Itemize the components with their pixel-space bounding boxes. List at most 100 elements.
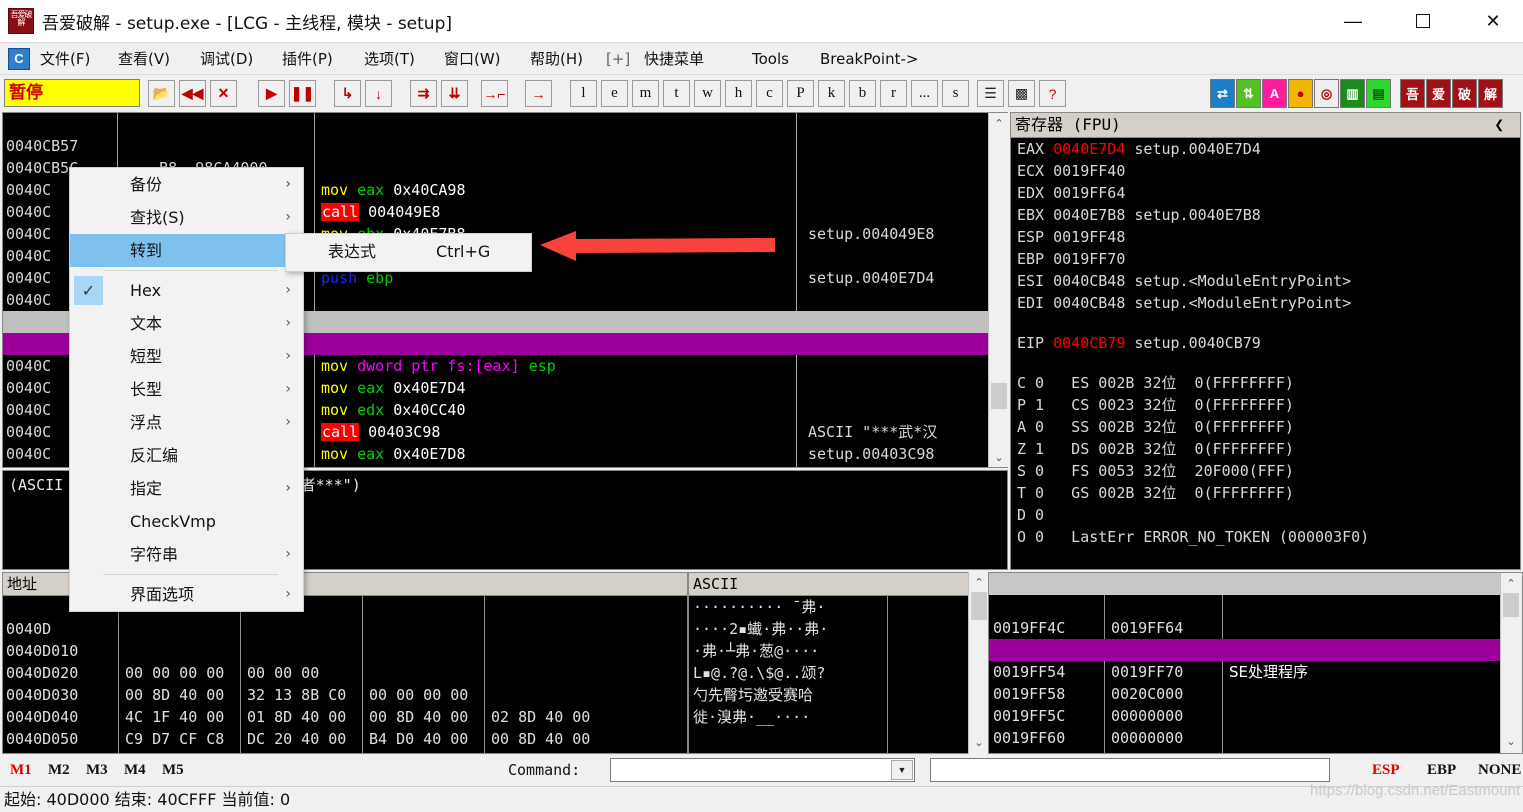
register-row[interactable]: EBP 0019FF70 bbox=[1017, 248, 1125, 270]
table-row[interactable]: 0040D030 4C 1F 40 00 DC 20 40 00 5C 24 4… bbox=[3, 662, 687, 753]
table-row[interactable]: 0019FF48 0019FF64 指向下一个 SEH 记录的指 bbox=[989, 573, 1522, 659]
menu-item-14[interactable]: 界面选项 › bbox=[70, 578, 303, 611]
table-row[interactable]: 0019FF50 0019FF70 bbox=[989, 617, 1522, 681]
table-row[interactable]: 0040D050 E1 E3 00 E4 E5 8D 40 00 03 00 0… bbox=[3, 706, 687, 753]
list-item[interactable]: ·········· ¯弗· bbox=[693, 596, 825, 618]
options-list-icon[interactable]: ☰ bbox=[977, 80, 1004, 107]
command-input[interactable] bbox=[613, 761, 892, 781]
toolbar-letter-w[interactable]: w bbox=[694, 80, 721, 107]
flag-row[interactable]: C 0 ES 002B 32位 0(FFFFFFFF) bbox=[1017, 372, 1294, 394]
menu-9[interactable]: Tools bbox=[752, 48, 789, 70]
menu-item-12[interactable]: 字符串 › bbox=[70, 538, 303, 571]
command-input-wrap[interactable]: ▼ bbox=[610, 758, 915, 782]
scroll-up-icon[interactable]: ⌃ bbox=[969, 572, 989, 592]
mark-button-m2[interactable]: M2 bbox=[48, 760, 70, 780]
menu-1[interactable]: 查看(V) bbox=[118, 48, 170, 70]
minimize-button[interactable]: — bbox=[1330, 0, 1376, 42]
menu-2[interactable]: 调试(D) bbox=[200, 48, 253, 70]
table-row[interactable]: 0040D020 00 8D 40 00 01 8D 40 00 B4 D0 4… bbox=[3, 640, 687, 753]
list-item[interactable]: ····2▪蠘·弗··弗· bbox=[693, 618, 828, 640]
updown-icon[interactable]: ⇅ bbox=[1236, 79, 1261, 108]
table-row[interactable]: 0019FF54 0020C000 bbox=[989, 639, 1522, 703]
register-row-eip[interactable]: EIP 0040CB79 setup.0040CB79 bbox=[1017, 332, 1261, 354]
record-icon[interactable]: ● bbox=[1288, 79, 1313, 108]
stack-scrollbar[interactable]: ⌃ ⌄ bbox=[1500, 573, 1522, 753]
open-file-icon[interactable]: 📂 bbox=[148, 80, 175, 107]
menu-6[interactable]: 帮助(H) bbox=[530, 48, 583, 70]
scroll-down-icon[interactable]: ⌄ bbox=[989, 447, 1009, 467]
table-row[interactable]: 0040CB5C . E8 877EFFFF call 004049E8 set… bbox=[3, 135, 1007, 243]
menu-item-10[interactable]: 指定 › bbox=[70, 472, 303, 505]
menu-item-8[interactable]: 浮点 › bbox=[70, 406, 303, 439]
menu-item-2[interactable]: 转到› bbox=[70, 234, 303, 267]
plugin-icon[interactable]: ▩ bbox=[1008, 80, 1035, 107]
scroll-down-icon[interactable]: ⌄ bbox=[969, 732, 989, 752]
list-item[interactable]: L▪@.?@.\$@..颂? bbox=[693, 662, 825, 684]
flag-row[interactable]: P 1 CS 0023 32位 0(FFFFFFFF) bbox=[1017, 394, 1294, 416]
trace-icon[interactable]: → bbox=[525, 80, 552, 107]
menu-0[interactable]: 文件(F) bbox=[40, 48, 90, 70]
close-button[interactable]: ✕ bbox=[1470, 0, 1516, 42]
table-row[interactable]: 0040CB57 . B8 98CA4000 mov eax,0x40CA98 bbox=[3, 113, 1007, 199]
table-row[interactable]: 0019FF60 00000000 bbox=[989, 705, 1522, 753]
toolbar-letter-...[interactable]: ... bbox=[911, 80, 938, 107]
register-row[interactable]: EDI 0040CB48 setup.<ModuleEntryPoint> bbox=[1017, 292, 1351, 314]
collapse-icon[interactable]: ❮ bbox=[1494, 113, 1504, 137]
menu-4[interactable]: 选项(T) bbox=[364, 48, 415, 70]
toolbar-letter-P[interactable]: P bbox=[787, 80, 814, 107]
flag-row[interactable]: O 0 LastErr ERROR_NO_TOKEN (000003F0) bbox=[1017, 526, 1369, 548]
menu-item-0[interactable]: 备份 › bbox=[70, 168, 303, 201]
register-row[interactable]: EBX 0040E7B8 setup.0040E7B8 bbox=[1017, 204, 1261, 226]
toolbar-letter-b[interactable]: b bbox=[849, 80, 876, 107]
table-row[interactable]: 0040D040 C9 D7 CF C8 CD CE DB D8 DA D9 C… bbox=[3, 684, 687, 753]
register-row[interactable]: EAX 0040E7D4 setup.0040E7D4 bbox=[1017, 138, 1261, 160]
scroll-thumb[interactable] bbox=[1503, 593, 1519, 617]
toolbar-letter-e[interactable]: e bbox=[601, 80, 628, 107]
mark-button-m5[interactable]: M5 bbox=[162, 760, 184, 780]
scroll-up-icon[interactable]: ⌃ bbox=[1501, 573, 1521, 593]
table-row[interactable]: 0019FF5C 00000000 bbox=[989, 683, 1522, 747]
mark-button-m4[interactable]: M4 bbox=[124, 760, 146, 780]
toolbar-letter-c[interactable]: c bbox=[756, 80, 783, 107]
menu-item-expression[interactable]: 表达式 Ctrl+G bbox=[286, 234, 531, 269]
letter-a-icon[interactable]: A bbox=[1262, 79, 1287, 108]
goto-submenu[interactable]: 表达式 Ctrl+G bbox=[285, 233, 532, 272]
jie-icon[interactable]: 解 bbox=[1478, 79, 1503, 108]
swap-icon[interactable]: ⇄ bbox=[1210, 79, 1235, 108]
ai-icon[interactable]: 爱 bbox=[1426, 79, 1451, 108]
flag-row[interactable]: T 0 GS 002B 32位 0(FFFFFFFF) bbox=[1017, 482, 1294, 504]
step-over-icon[interactable]: ↳ bbox=[334, 80, 361, 107]
po-icon[interactable]: 破 bbox=[1452, 79, 1477, 108]
target-icon[interactable]: ◎ bbox=[1314, 79, 1339, 108]
menu-8[interactable]: 快捷菜单 bbox=[644, 48, 704, 70]
mark-button-m3[interactable]: M3 bbox=[86, 760, 108, 780]
toolbar-letter-s[interactable]: s bbox=[942, 80, 969, 107]
table-row[interactable]: 0019FF58 00000000 bbox=[989, 661, 1522, 725]
mdi-app-icon[interactable]: C bbox=[8, 48, 30, 70]
toolbar-letter-h[interactable]: h bbox=[725, 80, 752, 107]
memory-icon[interactable]: ▥ bbox=[1340, 79, 1365, 108]
menu-item-1[interactable]: 查找(S) › bbox=[70, 201, 303, 234]
menu-7[interactable]: [+] bbox=[606, 48, 630, 70]
ascii-dump-panel[interactable]: ·········· ¯弗· ····2▪蠘·弗··弗· ·弗·┴弗·葱@···· L… bbox=[688, 596, 988, 754]
window-icon[interactable]: ▤ bbox=[1366, 79, 1391, 108]
scroll-thumb[interactable] bbox=[991, 383, 1007, 409]
scroll-up-icon[interactable]: ⌃ bbox=[989, 113, 1009, 133]
secondary-input[interactable] bbox=[930, 758, 1330, 782]
register-row[interactable]: ESI 0040CB48 setup.<ModuleEntryPoint> bbox=[1017, 270, 1351, 292]
register-row[interactable]: ESP 0019FF48 bbox=[1017, 226, 1125, 248]
menu-item-5[interactable]: 文本 › bbox=[70, 307, 303, 340]
maximize-button[interactable] bbox=[1400, 0, 1446, 42]
table-row[interactable]: 0040D010 00 00 00 00 32 13 8B C0 00 8D 4… bbox=[3, 618, 687, 748]
hex-dump-panel[interactable]: 0040D 00 00 00 00 00 00 00 02 8D 40 00 0… bbox=[2, 596, 688, 754]
execute-till-return-icon[interactable]: ⇉ bbox=[410, 80, 437, 107]
dump-scrollbar[interactable]: ⌃ ⌄ bbox=[968, 572, 989, 754]
menu-5[interactable]: 窗口(W) bbox=[444, 48, 501, 70]
stack-panel[interactable]: 0019FF48 0019FF64 指向下一个 SEH 记录的指 0019FF4… bbox=[988, 572, 1523, 754]
pause-icon[interactable]: ❚❚ bbox=[289, 80, 316, 107]
menu-item-4[interactable]: ✓ Hex › bbox=[70, 274, 303, 307]
menu-item-7[interactable]: 长型 › bbox=[70, 373, 303, 406]
close-icon[interactable]: ✕ bbox=[210, 80, 237, 107]
toolbar-letter-k[interactable]: k bbox=[818, 80, 845, 107]
menu-item-6[interactable]: 短型 › bbox=[70, 340, 303, 373]
